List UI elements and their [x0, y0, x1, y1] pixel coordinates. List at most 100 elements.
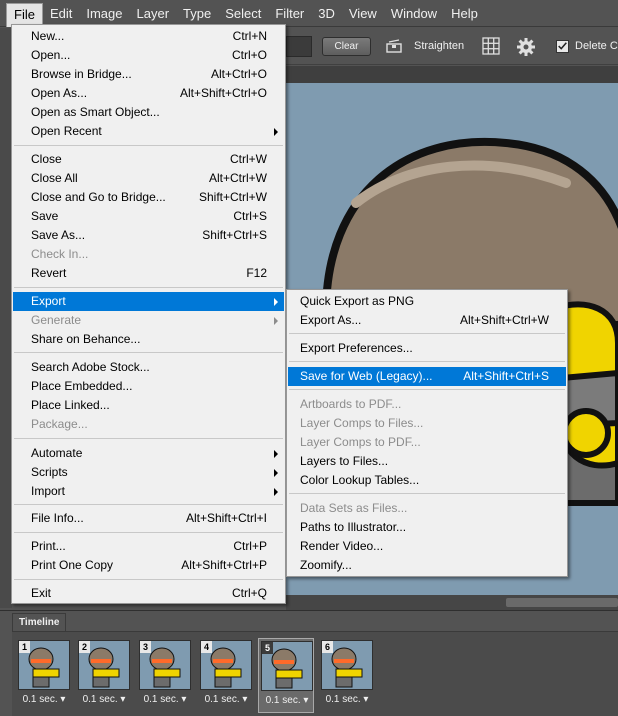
menu-window[interactable]: Window: [384, 0, 444, 27]
menu-item-place-linked[interactable]: Place Linked...: [13, 396, 284, 415]
frame-delay-dropdown[interactable]: 0.1 sec. ▾: [16, 694, 72, 705]
clear-button[interactable]: Clear: [322, 37, 371, 56]
document-tab-bar: [286, 66, 618, 83]
menu-item-shortcut: Alt+Ctrl+W: [208, 171, 267, 185]
menu-item-close[interactable]: Close Ctrl+W: [13, 150, 284, 169]
menu-item-artboards-to-pdf: Artboards to PDF...: [288, 395, 566, 414]
options-bar: Clear Straighten Delete Cro: [286, 28, 618, 65]
menu-item-label: Print...: [31, 539, 66, 553]
menu-item-label: Package...: [31, 417, 88, 431]
menu-item-label: Layer Comps to Files...: [300, 416, 424, 430]
menu-item-open-smart-object[interactable]: Open as Smart Object...: [13, 103, 284, 122]
menu-filter[interactable]: Filter: [268, 0, 311, 27]
menu-item-close-all[interactable]: Close All Alt+Ctrl+W: [13, 169, 284, 188]
menu-item-layer-comps-to-files: Layer Comps to Files...: [288, 414, 566, 433]
menu-separator: [14, 504, 283, 505]
menu-item-share-behance[interactable]: Share on Behance...: [13, 330, 284, 349]
delete-cropped-checkbox[interactable]: [556, 40, 569, 53]
frame-delay-dropdown[interactable]: 0.1 sec. ▾: [76, 694, 132, 705]
menu-file[interactable]: File: [6, 2, 43, 27]
menu-item-new[interactable]: New... Ctrl+N: [13, 27, 284, 46]
animation-frame[interactable]: 2 0.1 sec. ▾: [76, 638, 132, 713]
menu-item-export-as[interactable]: Export As... Alt+Shift+Ctrl+W: [288, 311, 566, 330]
animation-frame[interactable]: 4 0.1 sec. ▾: [198, 638, 254, 713]
frame-number: 4: [201, 641, 212, 653]
menu-item-save[interactable]: Save Ctrl+S: [13, 207, 284, 226]
animation-frame[interactable]: 3 0.1 sec. ▾: [137, 638, 193, 713]
menu-item-import[interactable]: Import: [13, 482, 284, 501]
menu-item-export[interactable]: Export: [13, 292, 284, 311]
frame-delay-dropdown[interactable]: 0.1 sec. ▾: [198, 694, 254, 705]
checkmark-icon: [558, 42, 567, 50]
menu-3d[interactable]: 3D: [311, 0, 342, 27]
menu-item-label: Save: [31, 209, 59, 223]
menu-layer[interactable]: Layer: [130, 0, 177, 27]
straighten-label[interactable]: Straighten: [414, 40, 464, 52]
menu-item-label: Share on Behance...: [31, 332, 141, 346]
menu-item-paths-to-illustrator[interactable]: Paths to Illustrator...: [288, 518, 566, 537]
menu-item-label: Automate: [31, 446, 83, 460]
menu-select[interactable]: Select: [218, 0, 268, 27]
menu-item-open[interactable]: Open... Ctrl+O: [13, 46, 284, 65]
menu-item-label: Place Linked...: [31, 398, 110, 412]
export-submenu: Quick Export as PNG Export As... Alt+Shif…: [286, 289, 568, 577]
menu-item-label: Search Adobe Stock...: [31, 360, 150, 374]
submenu-arrow-icon: [274, 450, 278, 458]
menu-item-label: Export Preferences...: [300, 341, 413, 355]
menu-item-layers-to-files[interactable]: Layers to Files...: [288, 452, 566, 471]
delete-cropped-label[interactable]: Delete Cro: [575, 40, 618, 52]
menu-separator: [14, 145, 283, 146]
submenu-arrow-icon: [274, 317, 278, 325]
menu-item-file-info[interactable]: File Info... Alt+Shift+Ctrl+I: [13, 509, 284, 528]
menu-item-check-in: Check In...: [13, 245, 284, 264]
menu-item-export-preferences[interactable]: Export Preferences...: [288, 339, 566, 358]
menu-item-label: Revert: [31, 266, 67, 280]
menu-item-label: Color Lookup Tables...: [300, 473, 420, 487]
horizontal-scrollbar[interactable]: [286, 595, 618, 610]
menu-item-search-adobe-stock[interactable]: Search Adobe Stock...: [13, 358, 284, 377]
frame-delay-dropdown[interactable]: 0.1 sec. ▾: [137, 694, 193, 705]
animation-frame-selected[interactable]: 5 0.1 sec. ▾: [258, 638, 314, 713]
menu-item-revert[interactable]: Revert F12: [13, 264, 284, 283]
menu-item-open-recent[interactable]: Open Recent: [13, 122, 284, 141]
menu-help[interactable]: Help: [444, 0, 485, 27]
tab-timeline[interactable]: Timeline: [12, 613, 67, 631]
menu-image[interactable]: Image: [79, 0, 129, 27]
animation-frame[interactable]: 1 0.1 sec. ▾: [16, 638, 72, 713]
menu-item-scripts[interactable]: Scripts: [13, 463, 284, 482]
gear-icon[interactable]: [516, 37, 536, 57]
animation-frame[interactable]: 6 0.1 sec. ▾: [319, 638, 375, 713]
menu-item-quick-export-png[interactable]: Quick Export as PNG: [288, 292, 566, 311]
menu-item-browse-in-bridge[interactable]: Browse in Bridge... Alt+Ctrl+O: [13, 65, 284, 84]
menu-item-save-as[interactable]: Save As... Shift+Ctrl+S: [13, 226, 284, 245]
menu-item-zoomify[interactable]: Zoomify...: [288, 556, 566, 575]
frame-delay-dropdown[interactable]: 0.1 sec. ▾: [319, 694, 375, 705]
menu-item-print[interactable]: Print... Ctrl+P: [13, 537, 284, 556]
menu-item-color-lookup-tables[interactable]: Color Lookup Tables...: [288, 471, 566, 490]
menu-type[interactable]: Type: [176, 0, 218, 27]
menu-separator: [289, 361, 565, 362]
submenu-arrow-icon: [274, 298, 278, 306]
menu-edit[interactable]: Edit: [43, 0, 79, 27]
menu-item-shortcut: Ctrl+W: [230, 152, 267, 166]
menu-view[interactable]: View: [342, 0, 384, 27]
menu-item-place-embedded[interactable]: Place Embedded...: [13, 377, 284, 396]
frame-delay-dropdown[interactable]: 0.1 sec. ▾: [259, 695, 315, 706]
menu-item-label: Browse in Bridge...: [31, 67, 132, 81]
menu-item-close-go-bridge[interactable]: Close and Go to Bridge... Shift+Ctrl+W: [13, 188, 284, 207]
straighten-icon[interactable]: [385, 37, 403, 55]
grid-overlay-icon[interactable]: [482, 37, 500, 55]
menu-separator: [14, 438, 283, 439]
menu-item-save-for-web[interactable]: Save for Web (Legacy)... Alt+Shift+Ctrl+S: [288, 367, 566, 386]
menu-item-automate[interactable]: Automate: [13, 444, 284, 463]
frame-number: 1: [19, 641, 30, 653]
scrollbar-thumb[interactable]: [506, 598, 618, 607]
menu-item-print-one-copy[interactable]: Print One Copy Alt+Shift+Ctrl+P: [13, 556, 284, 575]
submenu-arrow-icon: [274, 128, 278, 136]
menu-item-exit[interactable]: Exit Ctrl+Q: [13, 584, 284, 603]
menu-item-render-video[interactable]: Render Video...: [288, 537, 566, 556]
menu-item-open-as[interactable]: Open As... Alt+Shift+Ctrl+O: [13, 84, 284, 103]
ratio-input[interactable]: [286, 36, 312, 57]
menu-item-label: Export: [31, 294, 66, 308]
menu-item-label: Artboards to PDF...: [300, 397, 402, 411]
